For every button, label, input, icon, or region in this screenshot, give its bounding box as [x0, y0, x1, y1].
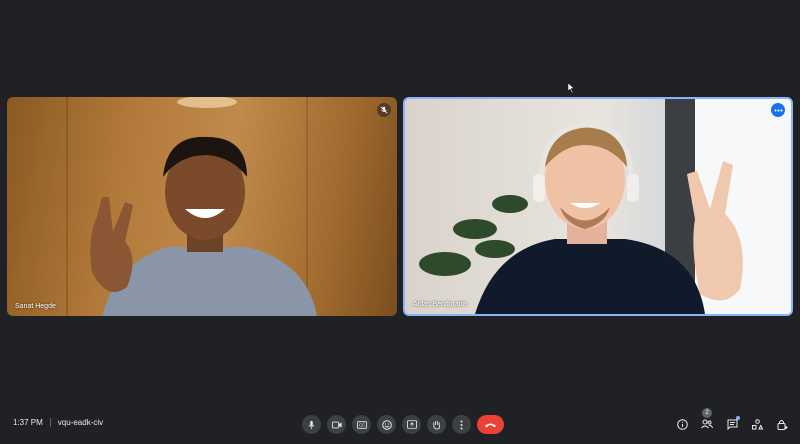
participant-name: Aidas Bendoraitis: [413, 301, 468, 308]
camera-icon: [331, 421, 342, 428]
side-controls: 2: [674, 408, 790, 432]
participant-video-aidas: [419, 99, 791, 314]
captions-icon: CC: [356, 420, 367, 429]
svg-text:CC: CC: [358, 422, 364, 427]
people-icon: [701, 419, 713, 429]
more-options-icon[interactable]: [771, 103, 785, 117]
raise-hand-button[interactable]: [427, 415, 446, 434]
chat-notification-dot: [736, 416, 740, 420]
participant-video-sanat: [66, 97, 317, 316]
end-call-button[interactable]: [477, 415, 504, 434]
captions-button[interactable]: CC: [352, 415, 371, 434]
chat-button[interactable]: [724, 416, 740, 432]
people-count-badge: 2: [702, 408, 712, 418]
meeting-info: 1:37 PM vqu-eadk-civ: [13, 418, 103, 427]
lock-person-icon: [777, 419, 787, 430]
activities-icon: [751, 418, 763, 429]
host-controls-button[interactable]: [774, 416, 790, 432]
video-tile-sanat-hegde[interactable]: Sanat Hegde: [7, 97, 397, 316]
video-tile-aidas-bendoraitis[interactable]: Aidas Bendoraitis: [403, 97, 793, 316]
meeting-details-button[interactable]: [674, 416, 690, 432]
camera-button[interactable]: [327, 415, 346, 434]
mic-off-icon: [377, 103, 391, 117]
end-call-icon: [484, 423, 497, 427]
participant-name: Sanat Hegde: [15, 303, 56, 310]
chat-icon: [727, 419, 737, 430]
divider: [49, 418, 51, 427]
raise-hand-icon: [433, 420, 441, 430]
microphone-icon: [308, 420, 315, 429]
activities-button[interactable]: [749, 416, 765, 432]
mouse-cursor-icon: [568, 83, 575, 93]
emoji-button[interactable]: [377, 415, 396, 434]
present-icon: [406, 420, 417, 429]
more-vert-icon: [460, 420, 463, 429]
more-options-button[interactable]: [452, 415, 471, 434]
people-button[interactable]: 2: [699, 408, 715, 432]
info-icon: [676, 418, 688, 430]
current-time: 1:37 PM: [13, 418, 43, 427]
call-controls: CC: [302, 415, 504, 434]
emoji-icon: [381, 419, 392, 430]
meeting-code[interactable]: vqu-eadk-civ: [58, 418, 103, 427]
microphone-button[interactable]: [302, 415, 321, 434]
present-button[interactable]: [402, 415, 421, 434]
